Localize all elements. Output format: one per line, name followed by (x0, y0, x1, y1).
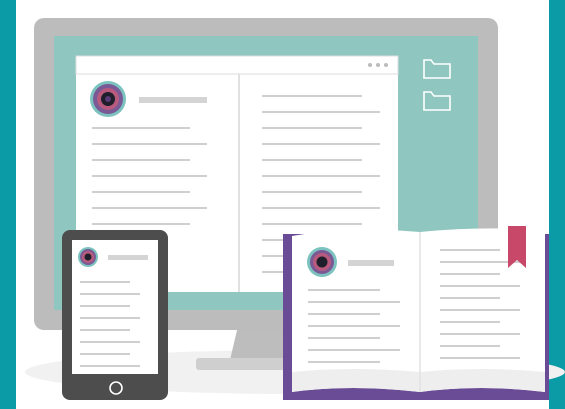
avatar-icon (90, 81, 126, 117)
open-book (283, 226, 549, 400)
devices-illustration (0, 0, 565, 409)
frame-left (0, 0, 16, 409)
avatar-icon (78, 247, 98, 267)
window-titlebar (75, 55, 399, 75)
avatar-icon (307, 247, 337, 277)
frame-right (549, 0, 565, 409)
book-title-line (348, 260, 394, 266)
tablet (62, 230, 168, 400)
tablet-title-line (108, 255, 148, 260)
illustration (0, 0, 565, 409)
three-dots-icon[interactable] (368, 63, 388, 67)
title-line (139, 97, 207, 103)
